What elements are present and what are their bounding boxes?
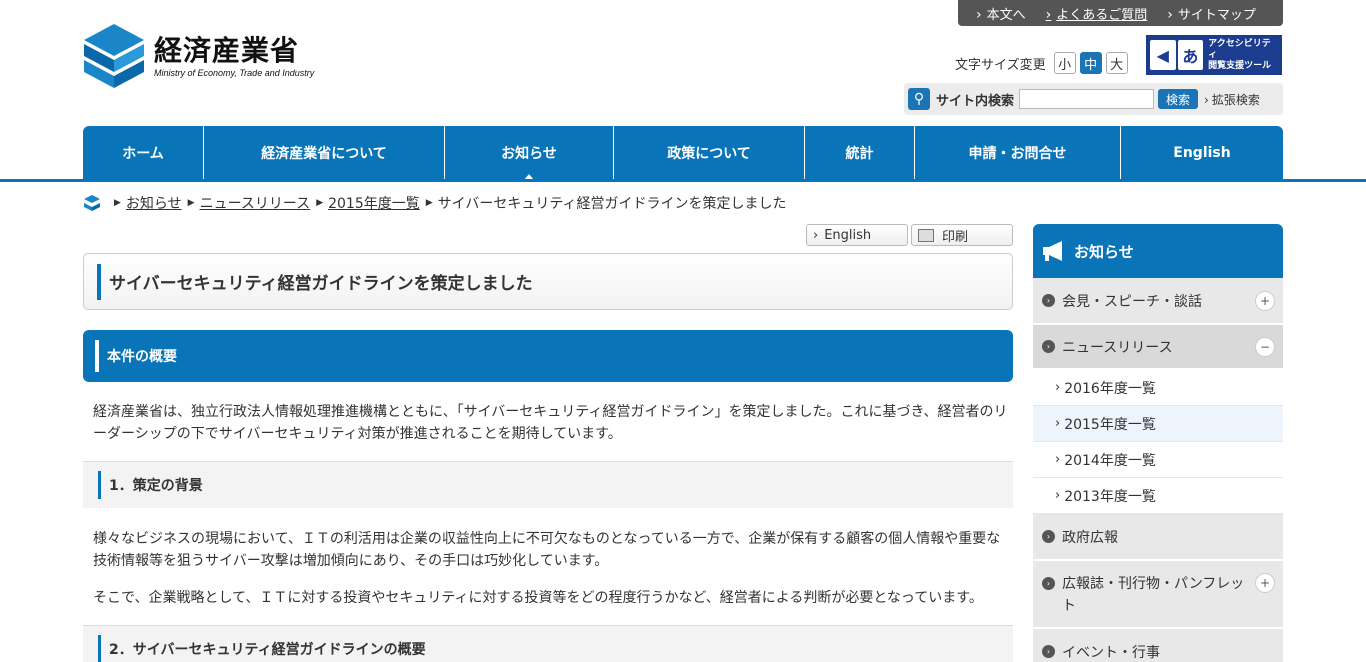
nav-contact[interactable]: 申請・お問合せ <box>915 126 1121 180</box>
accessibility-label-2: 閲覧支援ツール <box>1208 60 1272 71</box>
utility-bar: 本文へ よくあるご質問 サイトマップ <box>958 0 1283 26</box>
breadcrumb: ▶ お知らせ ▶ ニュースリリース ▶ 2015年度一覧 ▶ サイバーセキュリテ… <box>84 193 787 213</box>
sidebar-subitem-2013[interactable]: › 2013年度一覧 <box>1033 478 1283 514</box>
section-heading: 本件の概要 <box>83 330 1013 382</box>
site-search: ⚲ サイト内検索 検索 拡張検索 <box>904 83 1283 115</box>
sitemap-link[interactable]: サイトマップ <box>1167 4 1256 23</box>
accessibility-label-1: アクセシビリティ <box>1208 38 1271 60</box>
subsection-heading-background: 1．策定の背景 <box>109 478 203 494</box>
sidebar-item-label: 政府広報 <box>1062 529 1118 546</box>
collapse-icon[interactable]: − <box>1255 336 1275 357</box>
sidebar-item-label: 会見・スピーチ・談話 <box>1062 293 1202 310</box>
accessibility-tool-button[interactable]: ◀ あ アクセシビリティ 閲覧支援ツール <box>1146 35 1282 75</box>
sidebar-item-label: 2013年度一覧 <box>1064 488 1156 505</box>
skip-to-content-link[interactable]: 本文へ <box>976 4 1026 23</box>
print-label: 印刷 <box>942 229 969 245</box>
nav-about[interactable]: 経済産業省について <box>204 126 445 180</box>
sidebar-subitem-2015[interactable]: › 2015年度一覧 <box>1033 406 1283 442</box>
home-icon[interactable] <box>84 195 100 211</box>
site-logo[interactable]: 経済産業省 Ministry of Economy, Trade and Ind… <box>84 24 314 88</box>
printer-icon <box>918 228 934 242</box>
nav-statistics[interactable]: 統計 <box>805 126 915 180</box>
chevron-right-icon: › <box>1055 488 1061 503</box>
chevron-right-icon: › <box>1055 452 1061 467</box>
breadcrumb-separator-icon: ▶ <box>316 198 324 208</box>
arrow-circle-icon: › <box>1042 340 1055 353</box>
arrow-circle-icon: › <box>1042 530 1055 543</box>
meti-logo-icon <box>84 24 144 88</box>
expand-icon[interactable]: + <box>1255 290 1275 311</box>
sidebar-item-label: 2015年度一覧 <box>1064 416 1156 433</box>
extended-search-link[interactable]: 拡張検索 <box>1204 91 1260 108</box>
nav-underline <box>0 179 1366 182</box>
sidebar-header: お知らせ <box>1033 224 1283 278</box>
overview-paragraph: 経済産業省は、独立行政法人情報処理推進機構とともに、「サイバーセキュリティ経営ガ… <box>93 404 1008 442</box>
font-small-button[interactable]: 小 <box>1053 52 1076 74</box>
font-large-button[interactable]: 大 <box>1105 52 1128 74</box>
sidebar-item-speeches[interactable]: › 会見・スピーチ・談話 + <box>1033 278 1283 325</box>
subsection-heading: 2．サイバーセキュリティ経営ガイドラインの概要 <box>83 625 1013 662</box>
nav-policy[interactable]: 政策について <box>614 126 805 180</box>
sidebar-subitem-2014[interactable]: › 2014年度一覧 <box>1033 442 1283 478</box>
arrow-circle-icon: › <box>1042 645 1055 658</box>
sidebar: お知らせ › 会見・スピーチ・談話 + › ニュースリリース − › 2016年… <box>1033 224 1283 662</box>
page-title-box: サイバーセキュリティ経営ガイドラインを策定しました <box>83 253 1013 310</box>
section-heading-overview: 本件の概要 <box>107 349 177 365</box>
sidebar-item-news-release[interactable]: › ニュースリリース − <box>1033 325 1283 370</box>
sidebar-item-government-pr[interactable]: › 政府広報 <box>1033 514 1283 561</box>
font-medium-button[interactable]: 中 <box>1079 52 1102 74</box>
global-nav: ホーム 経済産業省について お知らせ 政策について 統計 申請・お問合せ Eng… <box>83 126 1283 180</box>
font-size-switcher: 文字サイズ変更 小 中 大 <box>955 52 1128 74</box>
chevron-right-icon: › <box>1055 416 1061 431</box>
arrow-circle-icon: › <box>1042 577 1055 590</box>
search-button[interactable]: 検索 <box>1158 89 1199 109</box>
expand-icon[interactable]: + <box>1255 573 1275 593</box>
subsection-heading-guideline: 2．サイバーセキュリティ経営ガイドラインの概要 <box>109 642 426 658</box>
accessibility-icon: あ <box>1177 40 1204 70</box>
breadcrumb-2015[interactable]: 2015年度一覧 <box>328 193 420 213</box>
sidebar-item-events[interactable]: › イベント・行事 <box>1033 629 1283 662</box>
sidebar-subitem-2016[interactable]: › 2016年度一覧 <box>1033 370 1283 406</box>
nav-home[interactable]: ホーム <box>83 126 204 180</box>
background-paragraph-2: そこで、企業戦略として、ＩＴに対する投資やセキュリティに対する投資等をどの程度行… <box>93 590 983 606</box>
breadcrumb-news-release[interactable]: ニュースリリース <box>200 193 311 213</box>
breadcrumb-news[interactable]: お知らせ <box>126 193 182 213</box>
print-button[interactable]: 印刷 <box>911 224 1013 246</box>
breadcrumb-current: サイバーセキュリティ経営ガイドラインを策定しました <box>437 196 787 212</box>
sidebar-title: お知らせ <box>1074 242 1134 261</box>
sidebar-item-label: 2014年度一覧 <box>1064 452 1156 469</box>
sidebar-item-label: 2016年度一覧 <box>1064 380 1156 397</box>
logo-title: 経済産業省 <box>154 34 300 67</box>
english-page-label: English <box>824 227 872 243</box>
title-accent-bar <box>97 263 101 300</box>
sidebar-item-publications[interactable]: › 広報誌・刊行物・パンフレット + <box>1033 561 1283 629</box>
breadcrumb-separator-icon: ▶ <box>425 198 433 208</box>
faq-link[interactable]: よくあるご質問 <box>1046 4 1147 23</box>
sidebar-item-label: ニュースリリース <box>1062 339 1173 356</box>
search-icon: ⚲ <box>908 88 930 110</box>
breadcrumb-separator-icon: ▶ <box>114 198 121 208</box>
subsection-heading: 1．策定の背景 <box>83 461 1013 508</box>
logo-subtitle: Ministry of Economy, Trade and Industry <box>154 68 315 78</box>
megaphone-icon <box>1043 241 1062 261</box>
english-page-button[interactable]: English <box>806 224 908 246</box>
page-title: サイバーセキュリティ経営ガイドラインを策定しました <box>109 274 533 294</box>
sidebar-item-label: 広報誌・刊行物・パンフレット <box>1062 576 1245 614</box>
search-input[interactable] <box>1019 89 1155 109</box>
sidebar-item-label: イベント・行事 <box>1062 644 1160 661</box>
nav-news[interactable]: お知らせ <box>445 126 614 180</box>
arrow-circle-icon: › <box>1042 294 1055 307</box>
breadcrumb-separator-icon: ▶ <box>187 198 195 208</box>
nav-english[interactable]: English <box>1121 126 1283 180</box>
chevron-right-icon: › <box>1055 380 1061 395</box>
background-paragraph-1: 様々なビジネスの現場において、ＩＴの利活用は企業の収益性向上に不可欠なものとなっ… <box>93 531 1001 569</box>
speaker-icon: ◀ <box>1150 40 1176 70</box>
search-label: サイト内検索 <box>936 93 1015 109</box>
font-size-label: 文字サイズ変更 <box>955 57 1046 73</box>
